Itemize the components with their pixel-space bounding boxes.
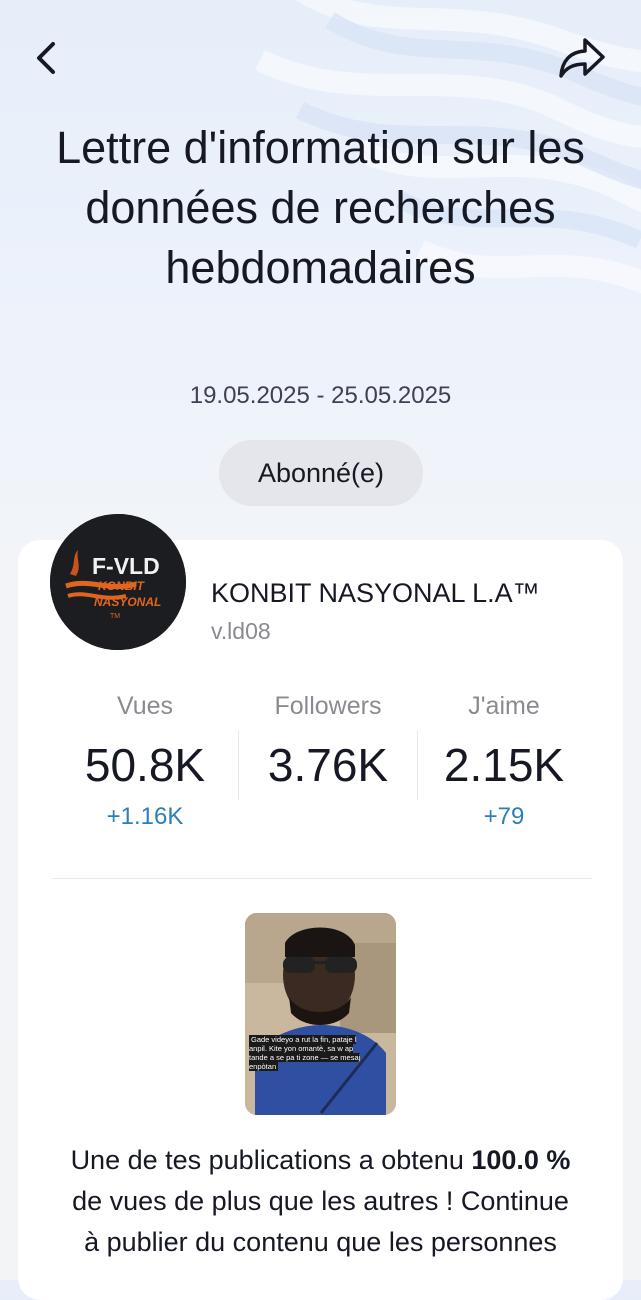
chevron-left-icon <box>37 42 55 74</box>
promo-highlight: 100.0 % <box>471 1145 571 1175</box>
stat-likes: J'aime 2.15K +79 <box>414 688 594 832</box>
post-caption: Gade videyo a rut la fin, pataje l anpil… <box>249 1035 361 1071</box>
stat-views: Vues 50.8K +1.16K <box>55 688 235 832</box>
post-video-image <box>245 913 396 1115</box>
share-arrow-icon <box>559 38 605 78</box>
page-title: Lettre d'information sur les données de … <box>56 122 585 293</box>
account-logo: F-VLD KONBIT NASYONAL TM <box>50 514 186 650</box>
stats-row: Vues 50.8K +1.16K Followers 3.76K J'aime… <box>18 688 623 848</box>
share-button[interactable] <box>556 32 608 84</box>
stat-value: 3.76K <box>267 739 389 791</box>
avatar[interactable]: F-VLD KONBIT NASYONAL TM <box>50 514 186 650</box>
account-handle: v.ld08 <box>211 618 271 644</box>
subscribed-button[interactable]: Abonné(e) <box>219 440 423 506</box>
stat-delta: +79 <box>483 803 525 830</box>
promo-text-before: Une de tes publications a obtenu <box>70 1145 472 1175</box>
date-range: 19.05.2025 - 25.05.2025 <box>189 382 452 409</box>
promo-text-after: de vues de plus que les autres ! Continu… <box>72 1186 569 1257</box>
stat-followers: Followers 3.76K <box>238 688 418 832</box>
stat-label: Followers <box>274 692 382 720</box>
stat-label: J'aime <box>468 692 540 720</box>
stat-label: Vues <box>116 692 174 720</box>
stat-value: 50.8K <box>84 739 206 791</box>
promo-text: Une de tes publications a obtenu 100.0 %… <box>68 1140 573 1263</box>
svg-text:TM: TM <box>110 613 120 620</box>
stat-delta: +1.16K <box>106 803 184 830</box>
stat-value: 2.15K <box>443 739 565 791</box>
back-button[interactable] <box>20 32 72 84</box>
svg-text:KONBIT: KONBIT <box>98 579 146 593</box>
svg-text:NASYONAL: NASYONAL <box>94 595 161 609</box>
account-name[interactable]: KONBIT NASYONAL L.A™ <box>211 578 540 609</box>
stat-delta <box>238 802 418 832</box>
top-post-thumbnail[interactable]: Gade videyo a rut la fin, pataje l anpil… <box>245 913 396 1115</box>
stats-card: F-VLD KONBIT NASYONAL TM KONBIT NASYONAL… <box>18 514 623 1300</box>
svg-text:F-VLD: F-VLD <box>92 553 160 579</box>
section-divider <box>52 878 592 879</box>
top-navigation-bar <box>0 0 641 120</box>
